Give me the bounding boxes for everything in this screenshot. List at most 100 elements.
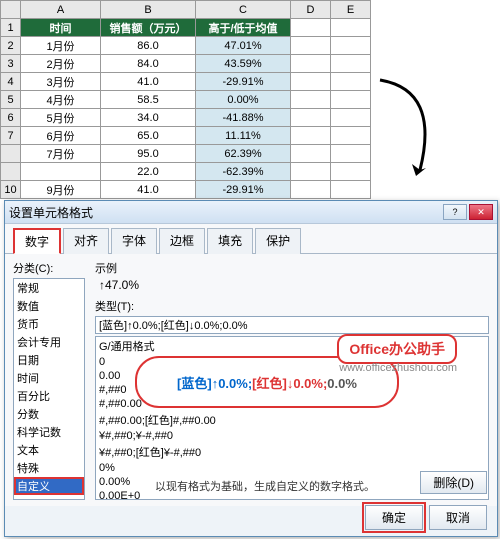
cat-special[interactable]: 特殊 [14, 459, 84, 477]
type-item[interactable]: #,##0.00;[红色]#,##0.00 [96, 411, 488, 429]
tab-border[interactable]: 边框 [159, 228, 205, 254]
header-variance[interactable]: 高于/低于均值 [196, 19, 291, 37]
cell[interactable] [291, 37, 331, 55]
cell[interactable]: 7月份 [21, 145, 101, 163]
category-list[interactable]: 常规 数值 货币 会计专用 日期 时间 百分比 分数 科学记数 文本 特殊 自定… [13, 278, 85, 500]
dialog-titlebar[interactable]: 设置单元格格式 ? ✕ [5, 201, 497, 224]
cell[interactable] [331, 145, 371, 163]
cell[interactable]: -29.91% [196, 181, 291, 199]
row-header-3[interactable]: 3 [1, 55, 21, 73]
cell[interactable] [331, 109, 371, 127]
tab-align[interactable]: 对齐 [63, 228, 109, 254]
cell[interactable] [291, 55, 331, 73]
spreadsheet-grid[interactable]: A B C D E 1 时间 销售额（万元） 高于/低于均值 2 1月份 86.… [0, 0, 371, 199]
cell[interactable] [291, 73, 331, 91]
col-header-C[interactable]: C [196, 1, 291, 19]
cat-number[interactable]: 数值 [14, 297, 84, 315]
cell[interactable] [291, 145, 331, 163]
cell[interactable]: -29.91% [196, 73, 291, 91]
cell[interactable]: 86.0 [101, 37, 196, 55]
col-header-B[interactable]: B [101, 1, 196, 19]
ok-button[interactable]: 确定 [365, 505, 423, 530]
tab-fill[interactable]: 填充 [207, 228, 253, 254]
row-header-1[interactable]: 1 [1, 19, 21, 37]
cell[interactable] [291, 91, 331, 109]
cell[interactable] [331, 19, 371, 37]
cat-fraction[interactable]: 分数 [14, 405, 84, 423]
cell[interactable] [331, 91, 371, 109]
row-header-4[interactable]: 4 [1, 73, 21, 91]
cell[interactable]: 9月份 [21, 181, 101, 199]
cell[interactable] [291, 109, 331, 127]
header-time[interactable]: 时间 [21, 19, 101, 37]
cell[interactable]: 84.0 [101, 55, 196, 73]
col-header-D[interactable]: D [291, 1, 331, 19]
cat-custom[interactable]: 自定义 [14, 477, 84, 495]
cell[interactable] [331, 181, 371, 199]
cat-currency[interactable]: 货币 [14, 315, 84, 333]
cell[interactable]: 95.0 [101, 145, 196, 163]
cell[interactable] [331, 163, 371, 181]
col-header-A[interactable]: A [21, 1, 101, 19]
cat-time[interactable]: 时间 [14, 369, 84, 387]
cell[interactable]: 41.0 [101, 181, 196, 199]
close-button[interactable]: ✕ [469, 204, 493, 220]
dialog-title: 设置单元格格式 [9, 204, 441, 221]
type-item[interactable]: ¥#,##0;¥-#,##0 [96, 429, 488, 443]
cell[interactable]: 58.5 [101, 91, 196, 109]
cell[interactable]: 1月份 [21, 37, 101, 55]
cell[interactable]: 6月份 [21, 127, 101, 145]
cell[interactable] [21, 163, 101, 181]
cell[interactable]: 62.39% [196, 145, 291, 163]
cell[interactable] [331, 73, 371, 91]
col-header-E[interactable]: E [331, 1, 371, 19]
cell[interactable] [331, 127, 371, 145]
cat-text[interactable]: 文本 [14, 441, 84, 459]
sample-value: ↑47.0% [95, 276, 489, 298]
cell[interactable] [291, 163, 331, 181]
cell[interactable]: 3月份 [21, 73, 101, 91]
cell[interactable]: 43.59% [196, 55, 291, 73]
cat-accounting[interactable]: 会计专用 [14, 333, 84, 351]
row-header-6[interactable]: 6 [1, 109, 21, 127]
type-input[interactable] [95, 316, 489, 334]
cell[interactable]: 2月份 [21, 55, 101, 73]
row-header-10[interactable]: 10 [1, 181, 21, 199]
cell[interactable]: 34.0 [101, 109, 196, 127]
row-header-7[interactable]: 7 [1, 127, 21, 145]
cell[interactable] [331, 37, 371, 55]
header-sales[interactable]: 销售额（万元） [101, 19, 196, 37]
row-header-5[interactable]: 5 [1, 91, 21, 109]
row-header-2[interactable]: 2 [1, 37, 21, 55]
cell[interactable] [291, 127, 331, 145]
cat-scientific[interactable]: 科学记数 [14, 423, 84, 441]
callout-gray: 0.0% [327, 376, 357, 391]
cell[interactable]: 5月份 [21, 109, 101, 127]
cell[interactable]: -41.88% [196, 109, 291, 127]
help-button[interactable]: ? [443, 204, 467, 220]
delete-button[interactable]: 删除(D) [420, 471, 487, 494]
cell[interactable]: 47.01% [196, 37, 291, 55]
corner-cell[interactable] [1, 1, 21, 19]
cell[interactable]: 22.0 [101, 163, 196, 181]
row-header-8[interactable] [1, 145, 21, 163]
cat-general[interactable]: 常规 [14, 279, 84, 297]
cell[interactable]: 41.0 [101, 73, 196, 91]
cell[interactable]: 0.00% [196, 91, 291, 109]
cancel-button[interactable]: 取消 [429, 505, 487, 530]
tab-font[interactable]: 字体 [111, 228, 157, 254]
cell[interactable] [331, 55, 371, 73]
row-header-9[interactable] [1, 163, 21, 181]
cat-date[interactable]: 日期 [14, 351, 84, 369]
cell[interactable]: 11.11% [196, 127, 291, 145]
tab-number[interactable]: 数字 [13, 228, 61, 254]
cell[interactable] [291, 19, 331, 37]
cell[interactable] [291, 181, 331, 199]
cell[interactable]: 65.0 [101, 127, 196, 145]
tab-protect[interactable]: 保护 [255, 228, 301, 254]
cell[interactable]: 4月份 [21, 91, 101, 109]
type-item[interactable]: ¥#,##0;[红色]¥-#,##0 [96, 443, 488, 461]
cell[interactable]: -62.39% [196, 163, 291, 181]
cat-percentage[interactable]: 百分比 [14, 387, 84, 405]
sample-label: 示例 [95, 260, 489, 276]
